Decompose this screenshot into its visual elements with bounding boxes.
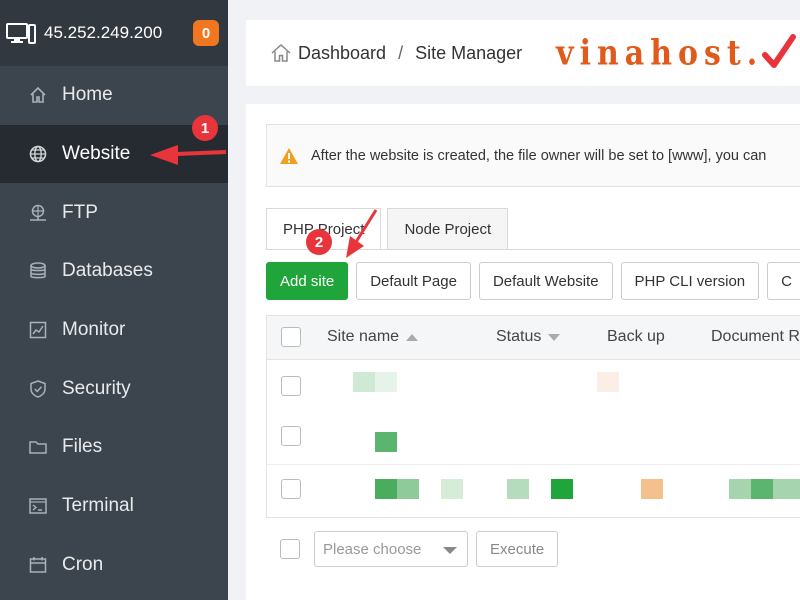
breadcrumb-current: Site Manager — [415, 42, 523, 63]
sidebar-item-ftp[interactable]: FTP — [0, 183, 228, 242]
column-backup: Back up — [607, 328, 665, 346]
table-row[interactable] — [267, 360, 800, 412]
tab-node-project[interactable]: Node Project — [387, 208, 509, 250]
tabs-divider — [266, 249, 800, 250]
sidebar-item-label: Files — [62, 436, 103, 458]
sidebar-item-terminal[interactable]: Terminal — [0, 477, 228, 536]
sidebar-item-label: Terminal — [62, 495, 134, 517]
site-manager-panel: After the website is created, the file o… — [246, 104, 800, 600]
redacted-cell — [375, 432, 397, 452]
calendar-icon — [28, 555, 48, 575]
table-row[interactable] — [267, 412, 800, 464]
home-icon[interactable] — [270, 42, 292, 64]
monitor-chart-icon — [28, 320, 48, 340]
redacted-cell — [597, 372, 619, 392]
server-ip: 45.252.249.200 — [44, 23, 163, 42]
redacted-cell — [375, 372, 397, 392]
redacted-cell — [441, 479, 463, 499]
redacted-cell — [397, 479, 419, 499]
sidebar-item-databases[interactable]: Databases — [0, 242, 228, 301]
default-website-button[interactable]: Default Website — [478, 262, 613, 300]
sidebar-item-cron[interactable]: Cron — [0, 536, 228, 595]
batch-select-checkbox[interactable] — [280, 539, 300, 559]
sidebar-item-label: Home — [62, 84, 113, 106]
redacted-cell — [729, 479, 751, 499]
select-placeholder: Please choose — [323, 540, 422, 558]
column-label: Back up — [607, 328, 665, 345]
breadcrumb: Dashboard / Site Manager vinahost. — [246, 20, 800, 86]
sidebar-item-monitor[interactable]: Monitor — [0, 301, 228, 360]
step-1-badge: 1 — [192, 115, 218, 141]
sidebar-item-home[interactable]: Home — [0, 66, 228, 125]
redacted-cell — [641, 479, 663, 499]
batch-actions: Please choose Execute — [280, 531, 566, 567]
sites-table: Site name Status Back up Document R — [266, 315, 800, 518]
chevron-down-icon — [443, 547, 457, 554]
column-label: Document R — [711, 328, 800, 345]
ftp-icon — [28, 203, 48, 223]
default-page-button[interactable]: Default Page — [356, 262, 471, 300]
logo-text: vinahost. — [556, 32, 764, 74]
folder-icon — [28, 437, 48, 457]
php-cli-version-button[interactable]: PHP CLI version — [620, 262, 760, 300]
sidebar-item-label: Cron — [62, 553, 104, 575]
database-icon — [28, 261, 48, 281]
project-tabs: PHP Project Node Project — [266, 208, 514, 250]
column-status[interactable]: Status — [496, 328, 561, 346]
sidebar-item-label: FTP — [62, 201, 98, 223]
redacted-cell — [507, 479, 529, 499]
sidebar-item-security[interactable]: Security — [0, 359, 228, 418]
add-site-button[interactable]: Add site — [266, 262, 349, 300]
step-2-badge: 2 — [306, 229, 332, 255]
redacted-cell — [751, 479, 773, 499]
notification-badge[interactable]: 0 — [193, 20, 219, 46]
breadcrumb-dashboard-link[interactable]: Dashboard — [298, 43, 386, 64]
redacted-cell — [375, 479, 397, 499]
info-alert: After the website is created, the file o… — [266, 124, 800, 187]
sidebar-item-label: Databases — [62, 260, 153, 282]
sidebar-item-label: Monitor — [62, 319, 126, 341]
sidebar-item-label: Website — [62, 143, 131, 165]
logo-checkmark-icon — [762, 34, 797, 68]
sort-desc-icon — [548, 333, 561, 341]
table-header: Site name Status Back up Document R — [267, 316, 800, 360]
row-checkbox[interactable] — [281, 376, 301, 396]
column-label: Status — [496, 328, 542, 345]
sidebar: 45.252.249.200 0 Home Website FTP Databa… — [0, 0, 228, 600]
sidebar-item-label: Security — [62, 377, 131, 399]
table-row[interactable] — [267, 464, 800, 516]
redacted-cell — [551, 479, 573, 499]
alert-text: After the website is created, the file o… — [311, 147, 767, 164]
terminal-icon — [28, 496, 48, 516]
select-all-checkbox[interactable] — [281, 327, 301, 347]
column-site-name[interactable]: Site name — [327, 328, 419, 346]
column-label: Site name — [327, 328, 400, 345]
row-checkbox[interactable] — [281, 426, 301, 446]
sidebar-item-files[interactable]: Files — [0, 418, 228, 477]
redacted-cell — [353, 372, 375, 392]
breadcrumb-separator: / — [398, 42, 404, 63]
warning-icon — [280, 147, 298, 164]
execute-button[interactable]: Execute — [476, 531, 559, 567]
more-toolbar-button[interactable]: C — [767, 262, 800, 300]
sort-asc-icon — [406, 333, 419, 341]
shield-icon — [28, 379, 48, 399]
row-checkbox[interactable] — [281, 479, 301, 499]
toolbar: Add site Default Page Default Website PH… — [266, 262, 800, 300]
vinahost-logo: vinahost. — [556, 33, 799, 73]
globe-icon — [28, 144, 48, 164]
monitor-icon — [6, 23, 36, 44]
server-header: 45.252.249.200 0 — [0, 0, 228, 66]
column-document-root: Document R — [711, 328, 800, 346]
batch-action-select[interactable]: Please choose — [314, 531, 468, 567]
home-icon — [28, 85, 48, 105]
redacted-cell — [773, 479, 800, 499]
